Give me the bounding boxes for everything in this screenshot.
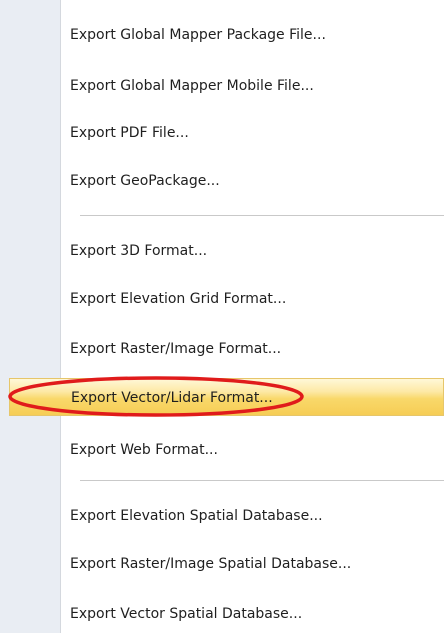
menu-item-label: Export Vector/Lidar Format...: [71, 390, 273, 406]
menu-item-export-vector-spatial-db[interactable]: Export Vector Spatial Database...: [6, 596, 444, 632]
menu-item-label: Export Elevation Spatial Database...: [70, 508, 323, 524]
menu-item-export-global-mapper-mobile[interactable]: Export Global Mapper Mobile File...: [6, 68, 444, 104]
menu-item-label: Export Web Format...: [70, 442, 218, 458]
menu-item-label: Export GeoPackage...: [70, 173, 220, 189]
menu-item-label: Export Global Mapper Mobile File...: [70, 78, 314, 94]
menu-item-label: Export Elevation Grid Format...: [70, 291, 287, 307]
menu-separator: [80, 480, 444, 482]
menu-item-label: Export Raster/Image Spatial Database...: [70, 556, 352, 572]
menu-item-label: Export Vector Spatial Database...: [70, 606, 303, 622]
menu-item-label: Export Raster/Image Format...: [70, 341, 282, 357]
menu-item-export-vector-lidar[interactable]: Export Vector/Lidar Format...: [9, 378, 444, 416]
menu-item-export-3d-format[interactable]: Export 3D Format...: [6, 233, 444, 269]
menu-item-export-web-format[interactable]: Export Web Format...: [6, 432, 444, 468]
menu-item-export-pdf[interactable]: Export PDF File...: [6, 115, 444, 151]
menu-item-export-global-mapper-package[interactable]: Export Global Mapper Package File...: [6, 17, 444, 53]
menu-item-label: Export PDF File...: [70, 125, 189, 141]
menu-item-export-elevation-spatial-db[interactable]: Export Elevation Spatial Database...: [6, 498, 444, 534]
menu-item-export-geopackage[interactable]: Export GeoPackage...: [6, 163, 444, 199]
menu-item-label: Export 3D Format...: [70, 243, 208, 259]
menu-item-export-raster-image-spatial-db[interactable]: Export Raster/Image Spatial Database...: [6, 546, 444, 582]
menu-item-export-elevation-grid[interactable]: Export Elevation Grid Format...: [6, 281, 444, 317]
menu-item-export-raster-image[interactable]: Export Raster/Image Format...: [6, 331, 444, 367]
menu-separator: [80, 215, 444, 217]
menu-item-label: Export Global Mapper Package File...: [70, 27, 326, 43]
export-menu: Export Global Mapper Package File... Exp…: [0, 0, 444, 633]
